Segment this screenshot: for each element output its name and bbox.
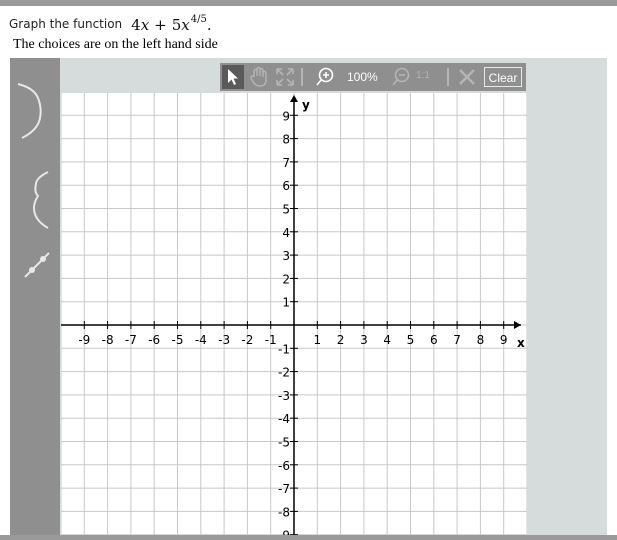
x-tick-label: 7 <box>453 333 461 347</box>
zoom-out-icon[interactable] <box>390 65 412 89</box>
plus-sign: + <box>154 16 167 34</box>
x-tick-label: -6 <box>148 333 160 347</box>
coefficient-1: 4 <box>131 16 141 34</box>
bottom-border <box>0 535 617 540</box>
ratio-button[interactable]: 1:1 <box>416 70 430 81</box>
clear-button[interactable]: Clear <box>484 67 522 87</box>
zoom-level: 100% <box>347 70 378 84</box>
x-tick-label: 6 <box>430 333 438 347</box>
y-tick-label: -8 <box>278 505 290 519</box>
x-tick-label: -9 <box>78 333 90 347</box>
x-tick-label: 4 <box>383 333 391 347</box>
y-tick-label: -1 <box>278 342 290 356</box>
x-tick-label: -2 <box>241 333 253 347</box>
y-tick-label: 4 <box>282 226 290 240</box>
function-expression: 4 x + 5 x 4/5 . <box>131 14 212 34</box>
x-tick-label: 2 <box>337 333 345 347</box>
variable-x-2: x <box>181 16 190 34</box>
y-tick-label: 9 <box>282 109 290 123</box>
x-tick-label: 8 <box>477 333 485 347</box>
curve-shape-bracket-icon[interactable] <box>18 170 58 232</box>
hint-text: The choices are on the left hand side <box>13 37 218 52</box>
line-segment-tool-icon[interactable] <box>22 250 52 280</box>
period: . <box>206 16 212 34</box>
x-tick-label: 1 <box>313 333 321 347</box>
x-tick-label: -4 <box>195 333 207 347</box>
shape-palette <box>10 58 60 535</box>
coefficient-2: 5 <box>171 16 182 34</box>
y-tick-label: -7 <box>278 482 290 496</box>
y-tick-label: -3 <box>278 389 290 403</box>
x-axis-label: x <box>517 336 525 350</box>
variable-x-1: x <box>140 16 150 34</box>
x-tick-label: 3 <box>360 333 368 347</box>
y-tick-label: -2 <box>278 366 290 380</box>
exponent: 4/5 <box>190 14 207 25</box>
delete-icon[interactable] <box>456 65 478 89</box>
y-tick-label: 5 <box>282 203 290 217</box>
y-tick-label: -6 <box>278 459 290 473</box>
x-tick-label: 9 <box>500 333 508 347</box>
y-tick-label: 8 <box>282 133 290 147</box>
toolbar-divider-2 <box>447 68 449 86</box>
curve-shape-up-right-icon[interactable] <box>16 78 56 142</box>
y-tick-label: 2 <box>282 272 290 286</box>
y-tick-label: 6 <box>282 179 290 193</box>
question-prompt: Graph the function 4 x + 5 x 4/5 . <box>9 10 212 34</box>
coordinate-plane[interactable]: -9 -8 -7 -6 -5 -4 -3 -2 -1 1 2 3 4 5 6 7 8 9 1 2 3 4 5 6 7 8 9 -1 -2… <box>61 93 527 535</box>
x-tick-label: -7 <box>125 333 137 347</box>
x-tick-label: -3 <box>218 333 230 347</box>
toolbar-divider <box>301 68 303 86</box>
x-tick-label: -8 <box>102 333 114 347</box>
pointer-icon[interactable] <box>222 65 244 89</box>
zoom-in-icon[interactable] <box>314 65 336 89</box>
x-tick-label: 5 <box>407 333 415 347</box>
y-tick-label: 1 <box>282 296 290 310</box>
y-tick-label: 3 <box>282 249 290 263</box>
top-border <box>0 0 617 6</box>
y-axis-label: y <box>302 98 310 112</box>
x-tick-label: -1 <box>265 333 277 347</box>
pan-hand-icon[interactable] <box>248 65 270 89</box>
y-tick-label: 7 <box>282 156 290 170</box>
x-tick-label: -5 <box>172 333 184 347</box>
fit-view-icon[interactable] <box>274 65 296 89</box>
question-prefix: Graph the function <box>9 17 123 31</box>
y-tick-label: -4 <box>278 412 290 426</box>
y-tick-label: -5 <box>278 436 290 450</box>
